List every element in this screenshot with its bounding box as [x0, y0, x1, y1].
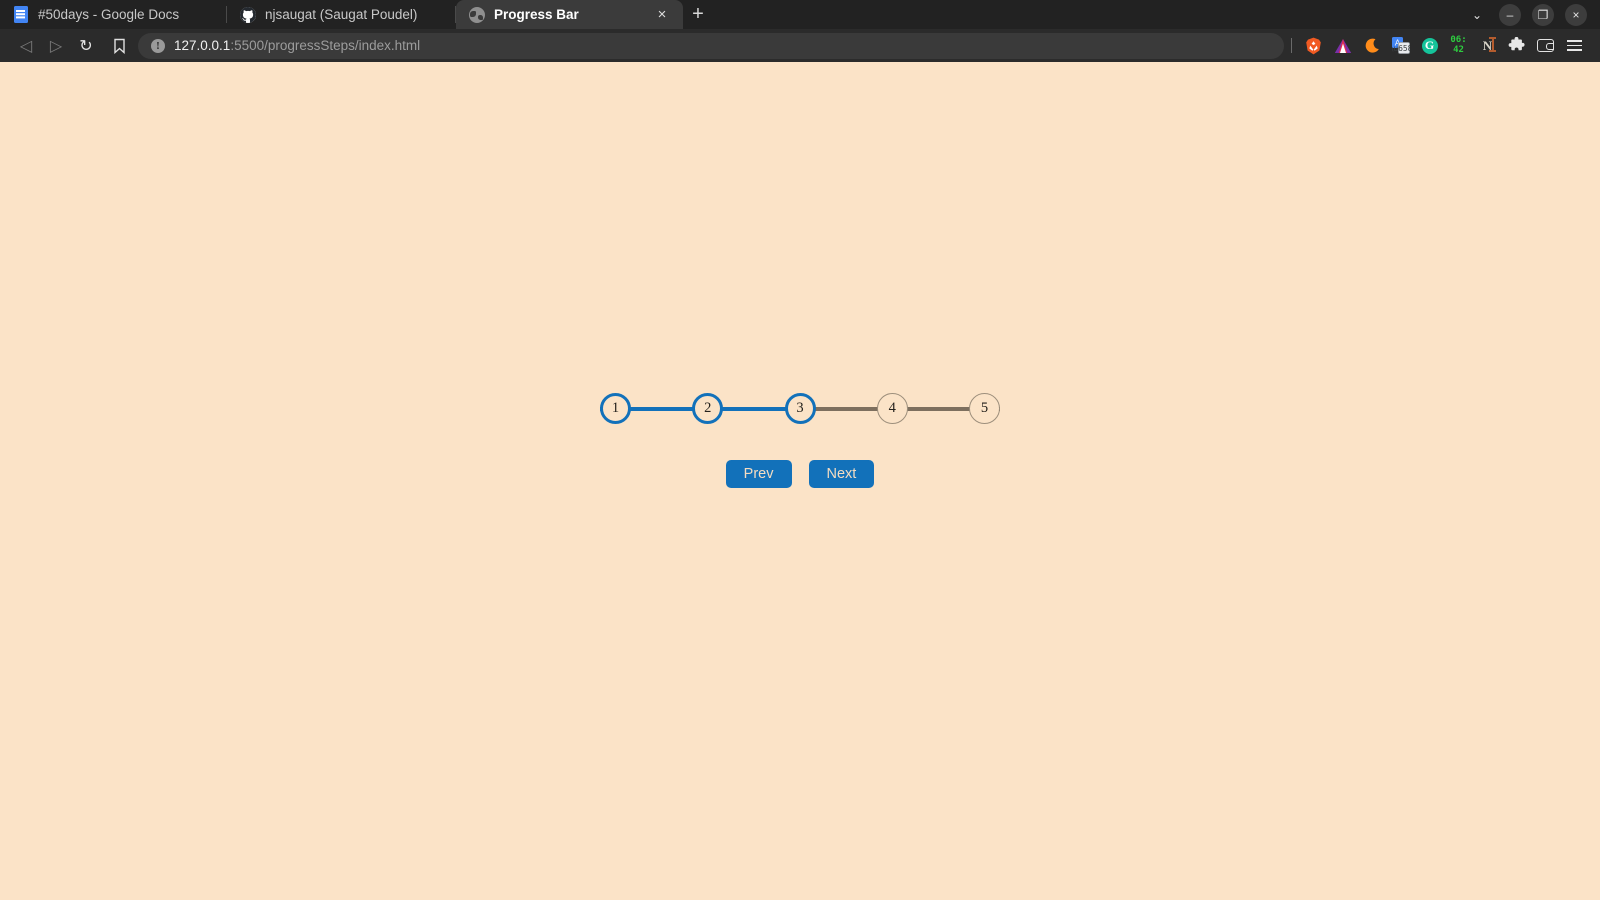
clock-line-2: 42 — [1453, 44, 1464, 55]
brave-shield-icon[interactable] — [1299, 31, 1328, 60]
step-circle-5[interactable]: 5 — [969, 393, 1000, 424]
step-circle-4[interactable]: 4 — [876, 393, 908, 424]
google-translate-icon[interactable]: A \u6587 — [1386, 31, 1415, 60]
maximize-button[interactable]: ❐ — [1532, 3, 1554, 26]
omnibox-area: ! 127.0.0.1:5500/progressSteps/index.htm… — [105, 32, 1284, 60]
browser-toolbar: ◁ ▷ ↻ ! 127.0.0.1:5500/progressSteps/ind… — [0, 29, 1600, 62]
page-viewport: 1 2 3 4 5 Prev Next — [0, 62, 1600, 900]
minimize-button[interactable]: – — [1499, 3, 1521, 26]
close-window-button[interactable]: × — [1565, 3, 1587, 26]
forward-icon[interactable]: ▷ — [41, 31, 71, 61]
step-label: 3 — [796, 400, 804, 416]
step-label: 4 — [888, 400, 896, 416]
cursor-bar — [1489, 36, 1497, 52]
tab-strip: #50days - Google Docs njsaugat (Saugat P… — [0, 0, 1600, 29]
step-circle-3[interactable]: 3 — [784, 393, 816, 424]
toolbar-separator — [1291, 38, 1292, 53]
tab-github[interactable]: njsaugat (Saugat Poudel) — [227, 0, 456, 29]
github-icon — [239, 6, 256, 23]
address-bar[interactable]: ! 127.0.0.1:5500/progressSteps/index.htm… — [138, 32, 1284, 59]
hamburger-lines — [1567, 39, 1582, 52]
tab-title: njsaugat (Saugat Poudel) — [265, 7, 418, 22]
clock-extension-icon[interactable]: 06: 42 — [1444, 31, 1473, 60]
step-circle-1[interactable]: 1 — [600, 393, 631, 424]
step-label: 5 — [980, 400, 989, 416]
next-button[interactable]: Next — [808, 460, 875, 488]
bookmark-icon[interactable] — [105, 32, 133, 60]
extensions-puzzle-icon[interactable] — [1502, 31, 1531, 60]
tab-google-docs[interactable]: #50days - Google Docs — [0, 0, 227, 29]
tab-progress-bar[interactable]: Progress Bar × — [456, 0, 683, 29]
globe-icon — [468, 6, 485, 23]
tab-title: Progress Bar — [494, 7, 579, 22]
step-buttons: Prev Next — [725, 460, 875, 488]
step-label: 1 — [611, 400, 620, 416]
not-secure-icon[interactable]: ! — [151, 38, 165, 53]
url-host: 127.0.0.1 — [174, 38, 231, 53]
browser-window: #50days - Google Docs njsaugat (Saugat P… — [0, 0, 1600, 900]
progress-steps-app: 1 2 3 4 5 Prev Next — [0, 393, 1600, 488]
grammarly-label: G — [1421, 37, 1438, 54]
reload-icon[interactable]: ↻ — [71, 31, 101, 61]
dark-reader-moon-icon[interactable] — [1357, 31, 1386, 60]
clock-display: 06: 42 — [1446, 35, 1472, 55]
close-icon[interactable]: × — [653, 6, 671, 24]
step-circle-2[interactable]: 2 — [692, 393, 724, 424]
neovim-label: N — [1483, 36, 1497, 54]
svg-text:\u6587: \u6587 — [1392, 44, 1410, 53]
prev-button[interactable]: Prev — [725, 460, 792, 488]
toolbar-extensions: A \u6587 G 06: 42 N — [1284, 31, 1589, 60]
back-icon[interactable]: ◁ — [11, 31, 41, 61]
progress-container: 1 2 3 4 5 — [600, 393, 1000, 424]
wallet-icon[interactable] — [1531, 31, 1560, 60]
step-label: 2 — [704, 400, 712, 416]
neovim-icon[interactable]: N — [1473, 31, 1502, 60]
tab-title: #50days - Google Docs — [38, 7, 180, 22]
grammarly-icon[interactable]: G — [1415, 31, 1444, 60]
url-text: 127.0.0.1:5500/progressSteps/index.html — [174, 38, 420, 53]
new-tab-button[interactable]: + — [683, 0, 713, 29]
browser-menu-icon[interactable] — [1560, 31, 1589, 60]
url-path: :5500/progressSteps/index.html — [230, 38, 421, 53]
brave-rewards-triangle-icon[interactable] — [1328, 31, 1357, 60]
window-controls: ⌄ – ❐ × — [1466, 0, 1600, 29]
google-docs-icon — [12, 6, 29, 23]
chevron-down-icon[interactable]: ⌄ — [1466, 4, 1488, 26]
